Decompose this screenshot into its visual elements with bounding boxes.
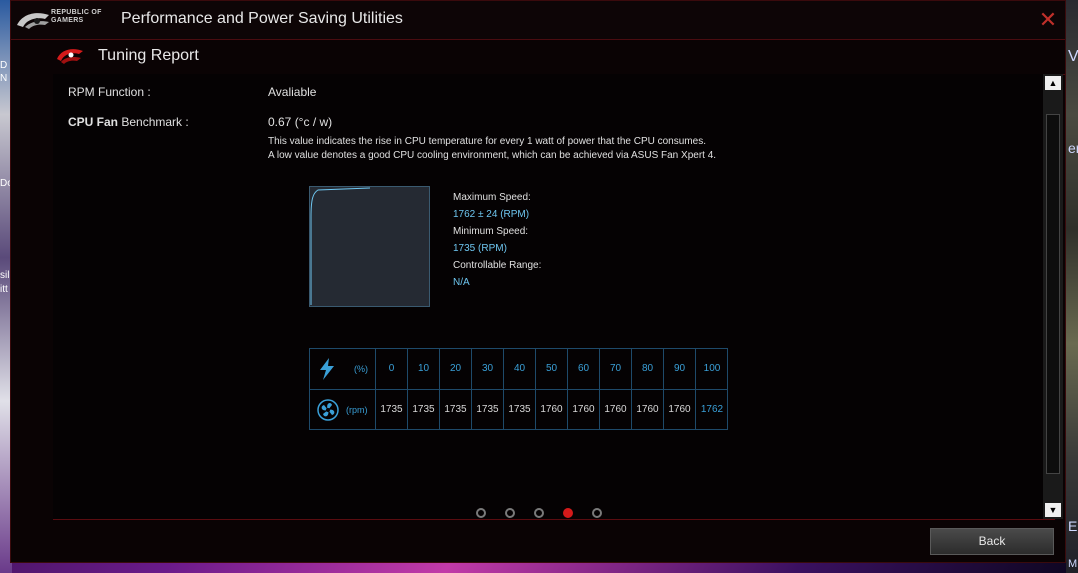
page-dot[interactable] xyxy=(505,508,515,518)
desktop-right-edge xyxy=(1066,0,1078,573)
window-title: Performance and Power Saving Utilities xyxy=(121,10,403,27)
percent-cell: 10 xyxy=(408,349,440,389)
lightning-icon xyxy=(320,358,334,380)
back-button[interactable]: Back xyxy=(930,528,1054,555)
scroll-up-arrow-icon[interactable]: ▲ xyxy=(1045,76,1061,90)
rpm-table: (%) 0 10 20 30 40 50 60 70 80 90 100 (rpm) 1735 173… xyxy=(309,348,728,430)
page-dot[interactable] xyxy=(476,508,486,518)
max-speed-value: 1762 ± 24 (RPM) xyxy=(453,209,530,220)
rpm-row: (rpm) 1735 1735 1735 1735 1735 1760 1760 1760 17… xyxy=(310,390,727,430)
controllable-range-label: Controllable Range: xyxy=(453,260,542,271)
desktop-icon-label: N xyxy=(0,73,8,84)
cpu-fan-label-bold: CPU Fan xyxy=(68,115,119,129)
page-title: Tuning Report xyxy=(98,47,199,64)
cpu-fan-benchmark-label: CPU Fan Benchmark : xyxy=(68,115,189,129)
rpm-cell: 1735 xyxy=(440,390,472,430)
rpm-cell: 1735 xyxy=(376,390,408,430)
percent-cell: 90 xyxy=(664,349,696,389)
rog-eye-icon xyxy=(57,49,83,64)
desktop-icon-label: itt xyxy=(0,284,8,295)
report-header: Tuning Report xyxy=(53,39,1065,75)
min-speed-value: 1735 (RPM) xyxy=(453,243,507,254)
vertical-scrollbar[interactable]: ▲ ▼ xyxy=(1043,74,1063,519)
max-speed-label: Maximum Speed: xyxy=(453,192,531,203)
percent-header-cell: (%) xyxy=(310,349,376,389)
rog-brand-text: REPUBLIC OF GAMERS xyxy=(51,9,102,24)
rpm-cell: 1760 xyxy=(664,390,696,430)
benchmark-description-line1: This value indicates the rise in CPU tem… xyxy=(268,136,706,147)
percent-cell: 40 xyxy=(504,349,536,389)
rpm-function-label: RPM Function : xyxy=(68,85,151,99)
benchmark-value: 0.67 (°c / w) xyxy=(268,115,333,129)
percent-cell: 70 xyxy=(600,349,632,389)
close-button[interactable]: ✕ xyxy=(1037,9,1059,31)
footer-divider xyxy=(53,519,1055,520)
rpm-header-cell: (rpm) xyxy=(310,390,376,430)
page-dot[interactable] xyxy=(534,508,544,518)
benchmark-description-line2: A low value denotes a good CPU cooling e… xyxy=(268,150,717,161)
controllable-range-value: N/A xyxy=(453,277,470,288)
benchmark-label-rest: Benchmark : xyxy=(118,115,189,129)
desktop-icon-label: sil xyxy=(0,270,10,281)
app-window: REPUBLIC OF GAMERS Performance and Power… xyxy=(10,0,1066,563)
rpm-function-value: Avaliable xyxy=(268,85,317,99)
percent-unit: (%) xyxy=(354,364,368,374)
rpm-cell: 1760 xyxy=(632,390,664,430)
scroll-down-arrow-icon[interactable]: ▼ xyxy=(1045,503,1061,517)
rpm-unit: (rpm) xyxy=(346,405,368,415)
percent-cell: 0 xyxy=(376,349,408,389)
percent-cell: 80 xyxy=(632,349,664,389)
fan-icon xyxy=(317,399,339,421)
rpm-cell: 1760 xyxy=(568,390,600,430)
rpm-cell: 1762 xyxy=(700,404,724,415)
percent-cell: 50 xyxy=(536,349,568,389)
percent-cell: 60 xyxy=(568,349,600,389)
rpm-cell: 1735 xyxy=(504,390,536,430)
desktop-window-label: M xyxy=(1068,558,1078,570)
page-dot[interactable] xyxy=(592,508,602,518)
desktop-window-label: er xyxy=(1068,140,1078,156)
rpm-cell: 1735 xyxy=(472,390,504,430)
fan-speed-graph xyxy=(309,186,430,307)
page-dot[interactable] xyxy=(563,508,573,518)
percent-cell: 30 xyxy=(472,349,504,389)
title-bar[interactable]: REPUBLIC OF GAMERS Performance and Power… xyxy=(11,1,1065,40)
percent-cell: 20 xyxy=(440,349,472,389)
desktop-icon-label: D xyxy=(0,60,8,71)
desktop-window-label: V xyxy=(1068,48,1078,65)
fan-curve xyxy=(310,187,371,305)
rpm-cell: 1760 xyxy=(536,390,568,430)
rpm-cell: 1735 xyxy=(408,390,440,430)
rpm-cell: 1760 xyxy=(600,390,632,430)
desktop-window-label: E xyxy=(1068,518,1078,534)
percent-cell: 100 xyxy=(703,363,721,374)
min-speed-label: Minimum Speed: xyxy=(453,226,529,237)
percent-row: (%) 0 10 20 30 40 50 60 70 80 90 100 xyxy=(310,349,727,390)
scroll-thumb[interactable] xyxy=(1046,114,1060,474)
report-content: RPM Function : Avaliable CPU Fan Benchma… xyxy=(53,74,1043,519)
